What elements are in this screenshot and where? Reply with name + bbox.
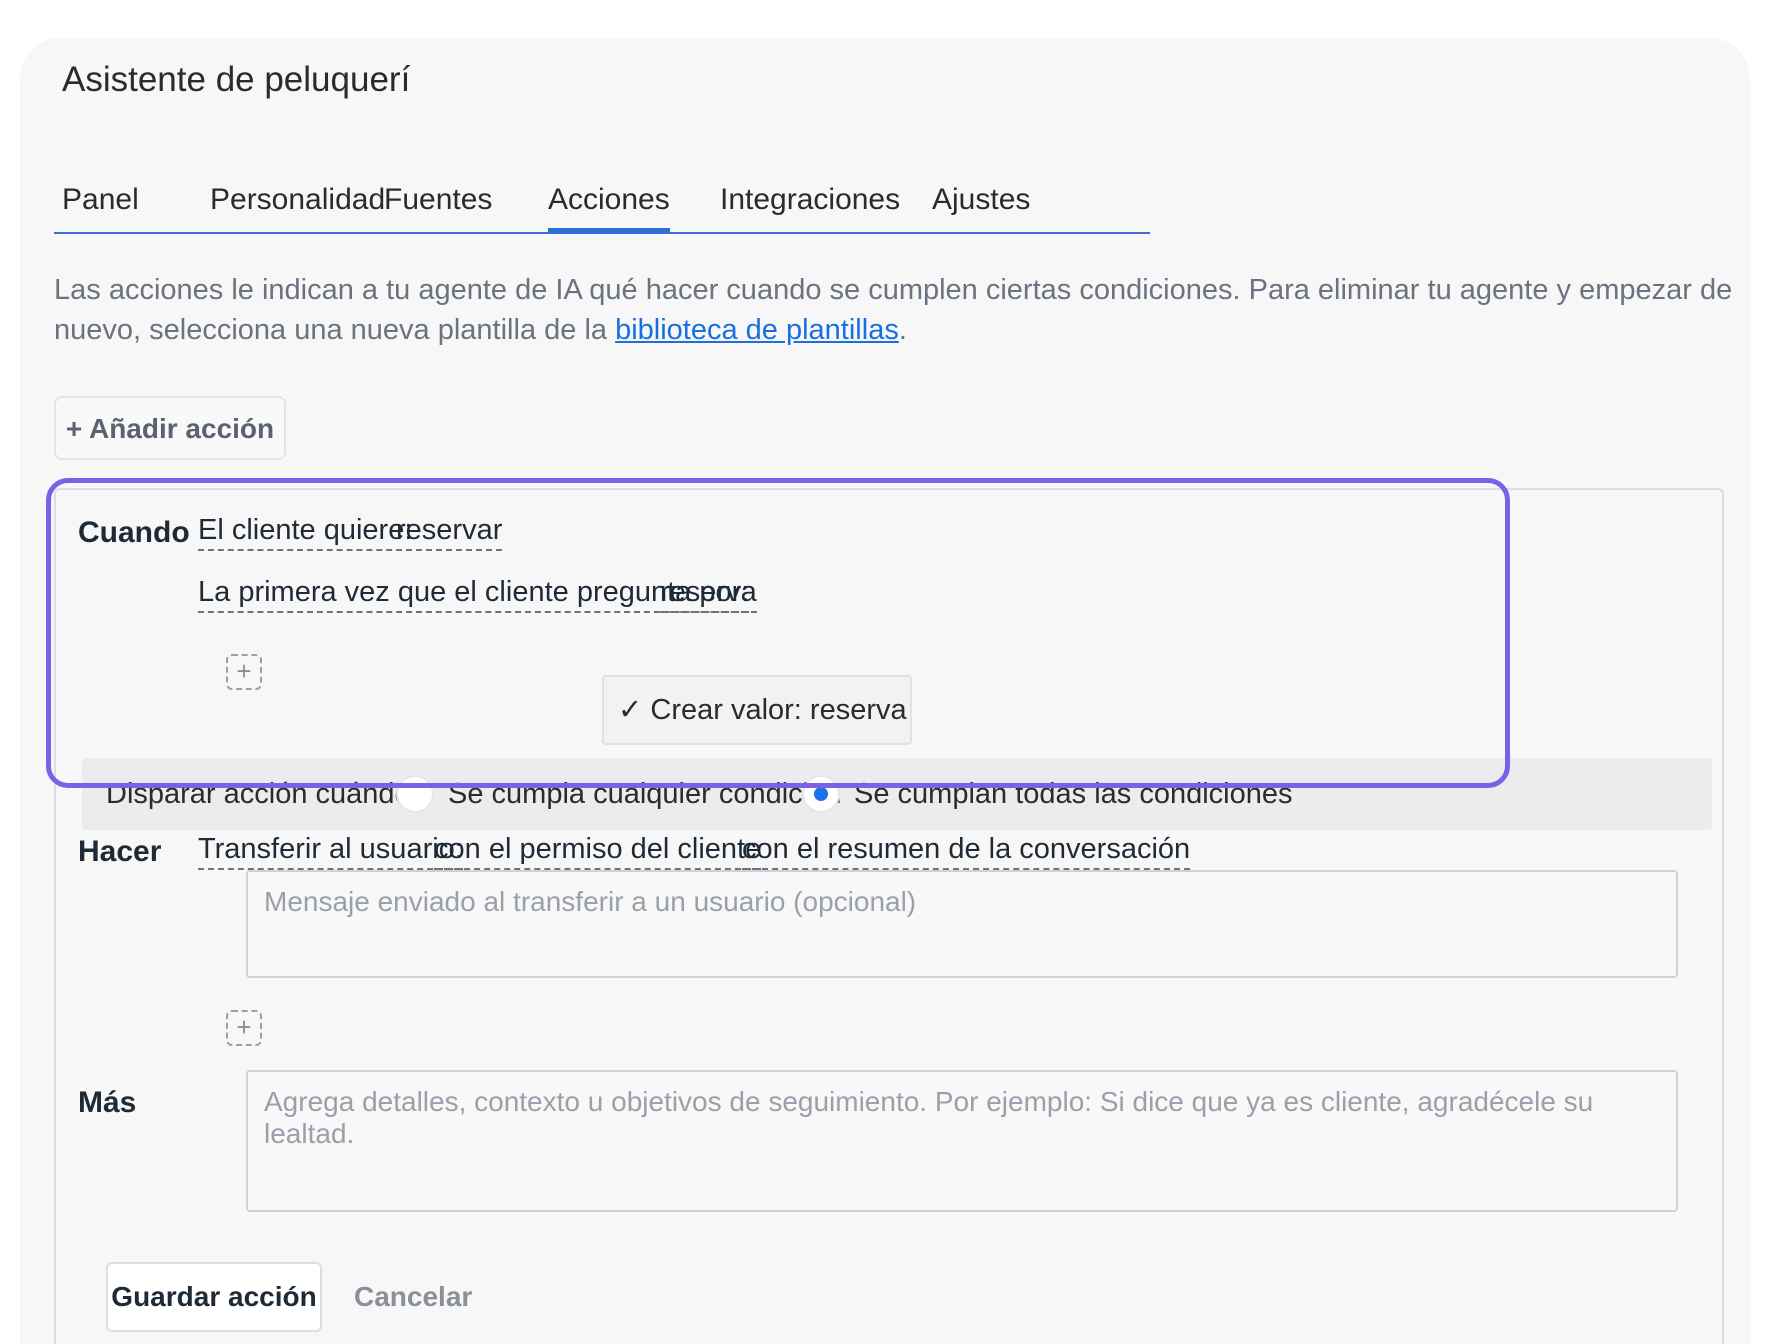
tab-integraciones[interactable]: Integraciones	[720, 170, 900, 230]
condition-first-ask-value[interactable]: reserva	[660, 576, 757, 613]
tab-fuentes[interactable]: Fuentes	[384, 170, 492, 230]
add-action-step-plus-icon[interactable]: +	[226, 1010, 262, 1046]
trigger-label: Disparar acción cuándo:	[106, 778, 419, 810]
tab-acciones[interactable]: Acciones	[548, 170, 670, 233]
transfer-message-field[interactable]	[246, 870, 1678, 978]
radio-all-conditions[interactable]	[802, 775, 840, 813]
intro-text: Las acciones le indican a tu agente de I…	[54, 270, 1750, 350]
radio-selected-dot	[814, 787, 828, 801]
radio-any-condition[interactable]	[396, 775, 434, 813]
tab-panel[interactable]: Panel	[62, 170, 139, 230]
trigger-row: Disparar acción cuándo: Se cumpla cualqu…	[82, 758, 1712, 830]
radio-all-conditions-label[interactable]: Se cumplan todas las condiciones	[854, 758, 1292, 830]
app-title: Asistente de peluquerí	[62, 60, 411, 99]
tab-personalidad[interactable]: Personalidad	[210, 170, 385, 230]
when-label: Cuando	[78, 516, 190, 549]
intro-end: .	[898, 314, 907, 346]
add-condition-plus-icon[interactable]: +	[226, 654, 262, 690]
more-label: Más	[78, 1086, 137, 1119]
add-action-button[interactable]: + Añadir acción	[54, 396, 286, 460]
transfer-option-customer-permission[interactable]: con el permiso del cliente	[434, 833, 762, 870]
radio-any-condition-label[interactable]: Se cumpla cualquier condición	[448, 758, 841, 830]
tab-bar: Panel Personalidad Fuentes Acciones Inte…	[54, 170, 1150, 234]
template-library-link[interactable]: biblioteca de plantillas	[615, 314, 899, 346]
save-action-button[interactable]: Guardar acción	[106, 1262, 322, 1332]
transfer-to-user-action[interactable]: Transferir al usuario:	[198, 833, 463, 870]
check-icon: ✓	[618, 694, 643, 726]
do-label: Hacer	[78, 835, 162, 868]
condition-customer-wants-key[interactable]: El cliente quiere:	[198, 514, 413, 551]
transfer-option-conversation-summary[interactable]: con el resumen de la conversación	[742, 833, 1191, 870]
actions-panel: Asistente de peluquerí Panel Personalida…	[20, 38, 1750, 1344]
tab-ajustes[interactable]: Ajustes	[932, 170, 1030, 230]
more-details-field[interactable]	[246, 1070, 1678, 1212]
create-value-label: Crear valor: reserva	[650, 694, 907, 726]
condition-customer-wants-value[interactable]: reservar	[396, 514, 503, 551]
create-value-suggestion[interactable]: ✓ Crear valor: reserva	[602, 675, 912, 745]
cancel-button[interactable]: Cancelar	[354, 1262, 472, 1332]
